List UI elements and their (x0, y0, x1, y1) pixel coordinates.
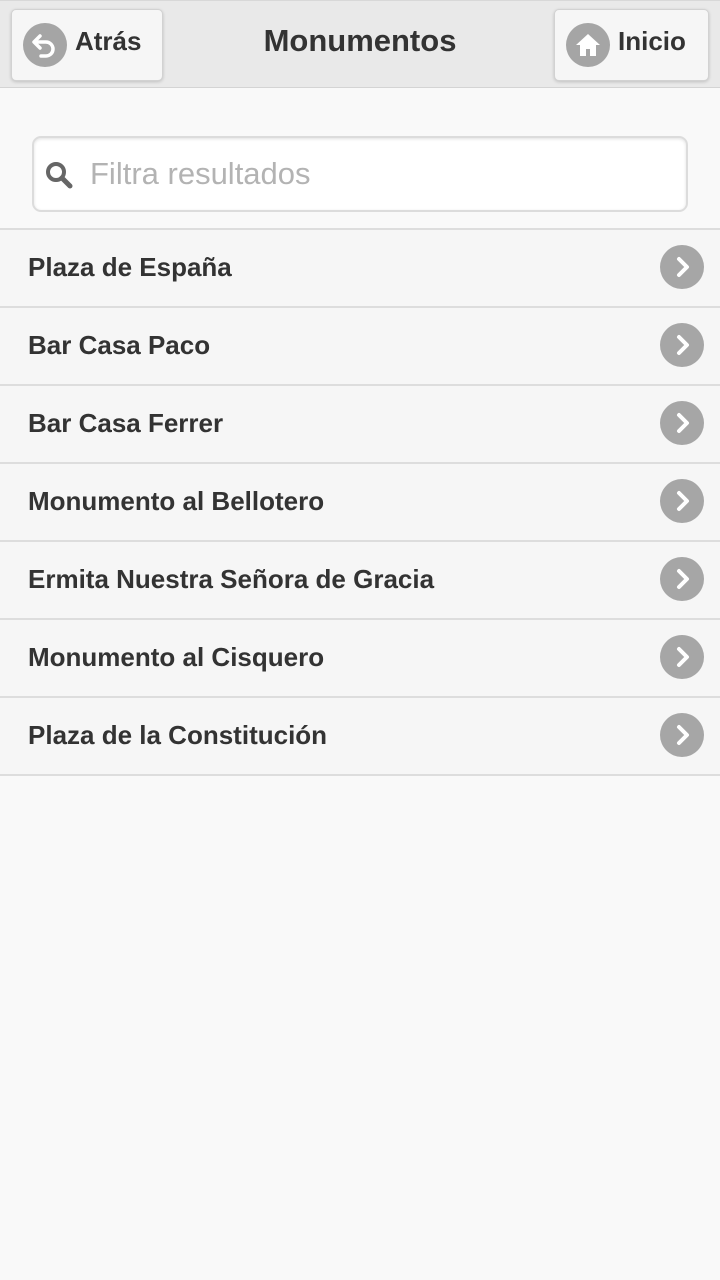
list-item[interactable]: Plaza de España (0, 230, 720, 308)
toolbar-header: Atrás Monumentos Inicio (0, 0, 720, 88)
list-item-label: Ermita Nuestra Señora de Gracia (28, 564, 435, 594)
search-input[interactable] (90, 146, 680, 202)
chevron-right-icon (660, 245, 704, 289)
chevron-right-icon (660, 479, 704, 523)
list-item[interactable]: Bar Casa Ferrer (0, 386, 720, 464)
list-item[interactable]: Bar Casa Paco (0, 308, 720, 386)
home-button-label: Inicio (618, 25, 686, 56)
list-item[interactable]: Monumento al Cisquero (0, 620, 720, 698)
list-item-label: Monumento al Bellotero (28, 486, 325, 516)
undo-arrow-icon (23, 23, 67, 67)
chevron-right-icon (660, 713, 704, 757)
home-icon (566, 23, 610, 67)
list-item-label: Plaza de España (28, 252, 232, 282)
page-title: Monumentos (263, 23, 457, 58)
home-button[interactable]: Inicio (554, 9, 709, 81)
list-item-label: Monumento al Cisquero (28, 642, 325, 672)
chevron-right-icon (660, 323, 704, 367)
results-list: Plaza de España Bar Casa Paco Bar Casa F… (0, 228, 720, 776)
list-item[interactable]: Monumento al Bellotero (0, 464, 720, 542)
list-item-label: Bar Casa Ferrer (28, 408, 224, 438)
list-item-label: Plaza de la Constitución (28, 720, 328, 750)
list-item[interactable]: Plaza de la Constitución (0, 698, 720, 776)
chevron-right-icon (660, 401, 704, 445)
search-icon (44, 160, 74, 190)
list-item-label: Bar Casa Paco (28, 330, 211, 360)
list-item[interactable]: Ermita Nuestra Señora de Gracia (0, 542, 720, 620)
back-button-label: Atrás (75, 25, 142, 56)
back-button[interactable]: Atrás (11, 9, 163, 81)
chevron-right-icon (660, 557, 704, 601)
search-box[interactable] (32, 136, 688, 212)
chevron-right-icon (660, 635, 704, 679)
